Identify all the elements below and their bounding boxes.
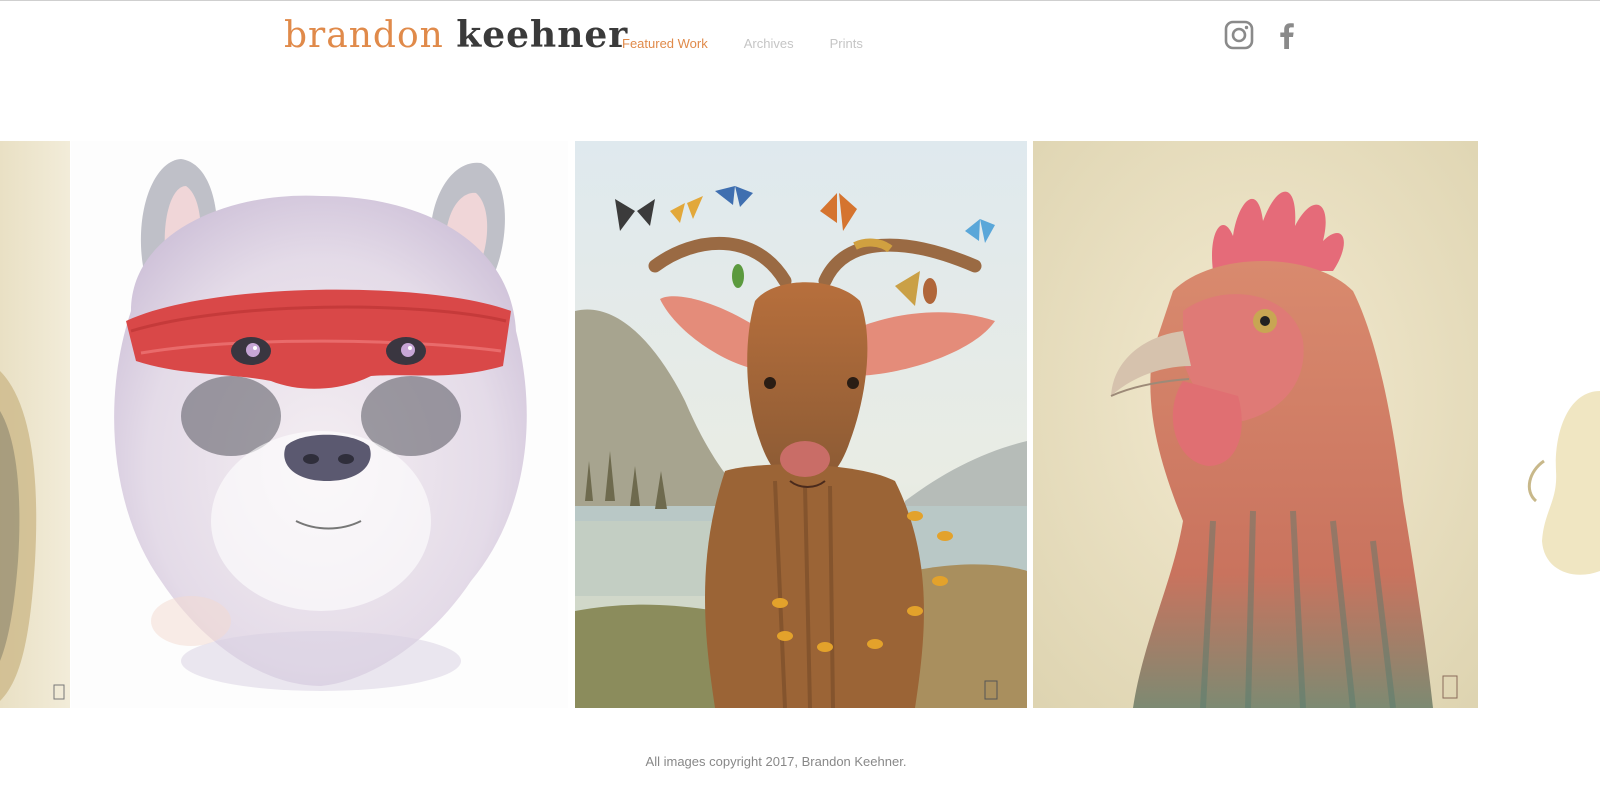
social-links <box>1224 20 1302 50</box>
copyright-text: All images copyright 2017, Brandon Keehn… <box>645 754 907 769</box>
nav-featured-work[interactable]: Featured Work <box>622 36 708 51</box>
artwork-partial-right[interactable] <box>1484 141 1600 708</box>
artwork-goat[interactable] <box>575 141 1027 708</box>
artwork-partial-left[interactable] <box>0 141 70 708</box>
artwork-rooster[interactable] <box>1033 141 1478 708</box>
artwork-masked-bear[interactable] <box>71 141 568 708</box>
nav-prints[interactable]: Prints <box>830 36 863 51</box>
main-nav: Featured Work Archives Prints <box>622 36 863 51</box>
site-header: brandon keehner Featured Work Archives P… <box>0 0 1600 80</box>
facebook-icon[interactable] <box>1272 20 1302 50</box>
logo-last-name: keehner <box>456 14 629 56</box>
instagram-icon[interactable] <box>1224 20 1254 50</box>
artwork-gallery <box>0 141 1600 708</box>
site-logo[interactable]: brandon keehner <box>284 12 628 59</box>
nav-archives[interactable]: Archives <box>744 36 794 51</box>
site-footer: All images copyright 2017, Brandon Keehn… <box>0 754 1600 769</box>
logo-first-name: brandon <box>284 15 444 56</box>
